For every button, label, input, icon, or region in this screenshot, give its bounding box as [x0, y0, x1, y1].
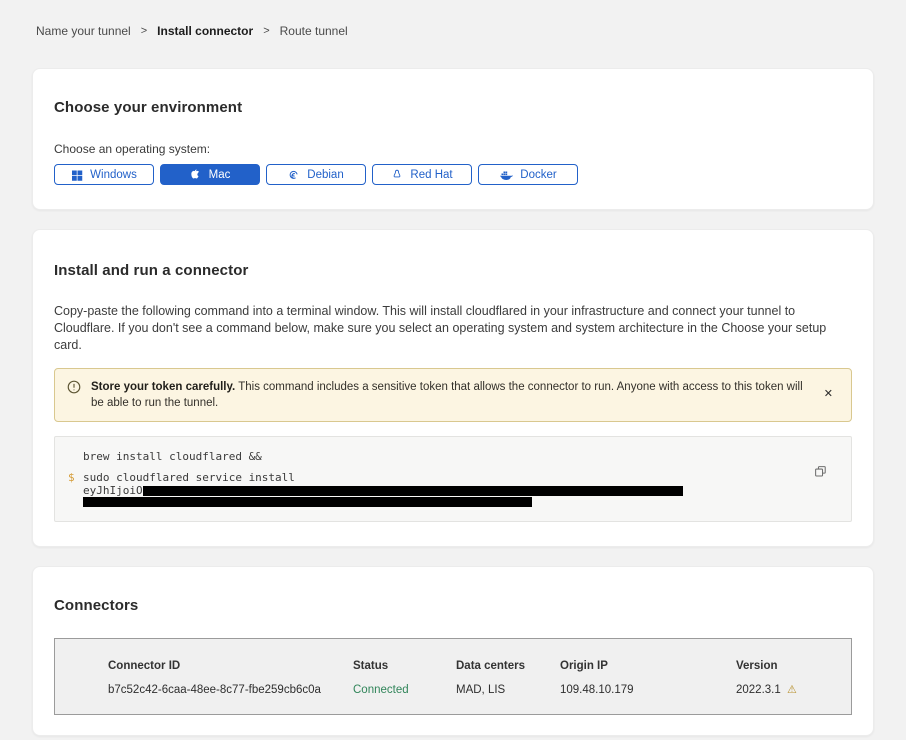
header-connector-id: Connector ID [108, 660, 353, 672]
docker-icon [499, 169, 513, 181]
code-line-token: eyJhIjoiO [83, 485, 835, 496]
choose-environment-card: Choose your environment Choose an operat… [32, 68, 874, 210]
version-number: 2022.3.1 [736, 684, 781, 696]
header-origin-ip: Origin IP [560, 660, 736, 672]
version-value: 2022.3.1 ⚠ [736, 683, 841, 696]
breadcrumb-separator: > [263, 25, 269, 37]
os-button-label: Mac [209, 169, 231, 181]
connector-id-value: b7c52c42-6caa-48ee-8c77-fbe259cb6c0a [108, 684, 353, 696]
redhat-icon [391, 168, 403, 181]
close-icon: ✕ [824, 388, 833, 400]
breadcrumb-separator: > [141, 25, 147, 37]
os-button-debian[interactable]: Debian [266, 164, 366, 185]
code-line-sudo-text: sudo cloudflared service install [83, 471, 295, 484]
shell-prompt: $ [68, 471, 75, 484]
token-warning-title: Store your token carefully. [91, 381, 235, 393]
status-badge: Connected [353, 684, 456, 696]
redacted-token-bar [143, 486, 683, 496]
debian-icon [288, 169, 300, 181]
install-instructions: Copy-paste the following command into a … [54, 303, 852, 354]
os-select-label: Choose an operating system: [54, 142, 852, 156]
banner-close-button[interactable]: ✕ [818, 385, 839, 402]
alert-circle-icon [67, 380, 81, 399]
redacted-token-bar [83, 497, 532, 507]
apple-icon [190, 168, 202, 181]
os-button-label: Red Hat [410, 169, 452, 181]
connectors-card-title: Connectors [54, 597, 852, 614]
header-status: Status [353, 660, 456, 672]
os-button-label: Windows [90, 169, 137, 181]
breadcrumb-step-route-tunnel[interactable]: Route tunnel [280, 24, 348, 38]
version-warning-icon: ⚠ [787, 684, 797, 696]
environment-card-title: Choose your environment [54, 99, 852, 116]
connectors-card: Connectors Connector ID Status Data cent… [32, 566, 874, 736]
token-visible-text: eyJhIjoiO [83, 484, 143, 497]
install-command-codeblock[interactable]: brew install cloudflared && $ sudo cloud… [54, 436, 852, 522]
breadcrumb-step-name-your-tunnel[interactable]: Name your tunnel [36, 24, 131, 38]
windows-icon [71, 169, 83, 181]
os-button-mac[interactable]: Mac [160, 164, 260, 185]
code-line-brew: brew install cloudflared && [83, 450, 835, 463]
install-card-title: Install and run a connector [54, 262, 852, 279]
header-version: Version [736, 660, 841, 672]
table-row: b7c52c42-6caa-48ee-8c77-fbe259cb6c0a Con… [108, 683, 841, 696]
connectors-table: Connector ID Status Data centers Origin … [54, 638, 852, 715]
os-button-redhat[interactable]: Red Hat [372, 164, 472, 185]
os-button-label: Debian [307, 169, 343, 181]
os-button-windows[interactable]: Windows [54, 164, 154, 185]
copy-icon [814, 466, 827, 481]
data-centers-value: MAD, LIS [456, 684, 560, 696]
origin-ip-value: 109.48.10.179 [560, 684, 736, 696]
header-data-centers: Data centers [456, 660, 560, 672]
token-warning-text: Store your token carefully. This command… [91, 379, 808, 411]
os-button-group: Windows Mac Debian R [54, 164, 852, 185]
connectors-table-header: Connector ID Status Data centers Origin … [108, 660, 841, 672]
install-connector-card: Install and run a connector Copy-paste t… [32, 229, 874, 547]
breadcrumb: Name your tunnel > Install connector > R… [0, 0, 906, 38]
token-warning-banner: Store your token carefully. This command… [54, 368, 852, 422]
copy-command-button[interactable] [814, 465, 827, 481]
os-button-docker[interactable]: Docker [478, 164, 578, 185]
breadcrumb-step-install-connector[interactable]: Install connector [157, 24, 253, 38]
code-line-sudo: $ sudo cloudflared service install [83, 471, 835, 484]
os-button-label: Docker [520, 169, 556, 181]
